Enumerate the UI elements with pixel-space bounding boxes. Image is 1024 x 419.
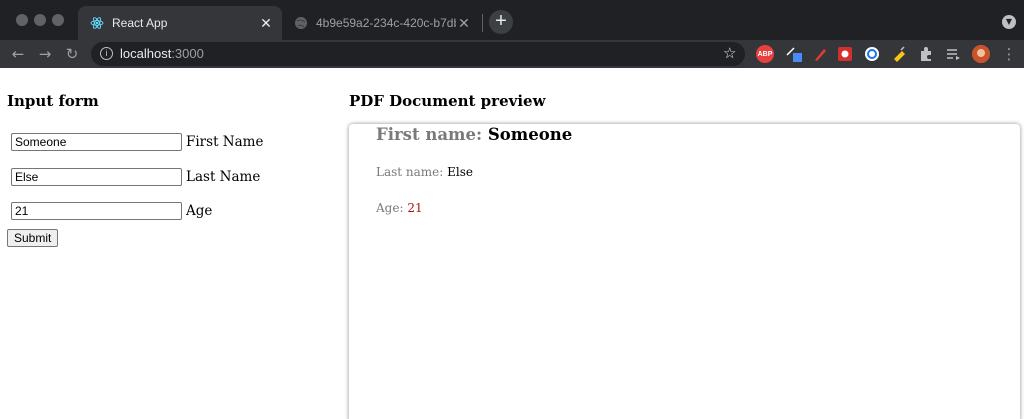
pdf-preview[interactable]: First name: Someone Last name: Else Age:… xyxy=(349,124,1020,419)
first-name-row: First Name xyxy=(11,133,263,151)
submit-button[interactable]: Submit xyxy=(7,229,59,247)
last-name-value: Else xyxy=(447,165,474,179)
bug-icon[interactable] xyxy=(836,45,854,63)
last-name-key: Last name: xyxy=(376,165,444,179)
back-icon[interactable]: ← xyxy=(8,44,28,64)
minimize-window-button[interactable] xyxy=(34,14,46,26)
close-icon[interactable]: ✕ xyxy=(456,15,472,32)
page-content: Input form First Name Last Name Age Subm… xyxy=(0,68,1024,419)
reading-list-icon[interactable] xyxy=(944,45,962,63)
tab-title: 4b9e59a2-234c-420c-b7db- xyxy=(316,16,456,30)
age-input[interactable] xyxy=(11,202,182,220)
new-tab-button[interactable]: + xyxy=(489,10,513,34)
age-value: 21 xyxy=(407,201,423,215)
last-name-row: Last Name xyxy=(11,168,260,186)
age-key: Age: xyxy=(376,201,404,215)
reload-icon[interactable]: ↻ xyxy=(62,44,82,64)
tab-uuid[interactable]: 4b9e59a2-234c-420c-b7db- ✕ xyxy=(282,6,480,40)
age-label: Age xyxy=(186,203,213,219)
url-port: :3000 xyxy=(171,46,204,61)
first-name-value: Someone xyxy=(487,125,573,144)
info-icon[interactable]: i xyxy=(100,47,113,60)
first-name-input[interactable] xyxy=(11,133,182,151)
browser-tab-bar: React App ✕ 4b9e59a2-234c-420c-b7db- ✕ +… xyxy=(0,0,1024,40)
first-name-line: First name: Someone xyxy=(376,125,572,144)
last-name-line: Last name: Else xyxy=(376,165,473,179)
close-window-button[interactable] xyxy=(16,14,28,26)
url-host: localhost xyxy=(120,46,172,61)
first-name-key: First name: xyxy=(376,125,483,144)
dropper-icon[interactable] xyxy=(785,45,803,63)
avatar[interactable] xyxy=(972,45,990,63)
age-row: Age xyxy=(11,202,212,220)
tab-react-app[interactable]: React App ✕ xyxy=(78,6,282,40)
puzzle-icon[interactable] xyxy=(917,45,935,63)
tab-divider xyxy=(482,14,483,32)
tab-title: React App xyxy=(112,16,168,30)
form-heading: Input form xyxy=(7,92,99,110)
url-text[interactable]: localhost:3000 xyxy=(120,46,204,61)
preview-heading: PDF Document preview xyxy=(349,92,546,110)
close-icon[interactable]: ✕ xyxy=(258,15,274,32)
last-name-label: Last Name xyxy=(186,169,261,185)
address-bar[interactable]: i localhost:3000 ☆ xyxy=(91,42,745,66)
star-icon[interactable]: ☆ xyxy=(723,44,736,62)
browser-toolbar: ← → ↻ i localhost:3000 ☆ ABP ⋮ xyxy=(0,40,1024,68)
age-line: Age: 21 xyxy=(376,201,423,215)
first-name-label: First Name xyxy=(186,134,264,150)
last-name-input[interactable] xyxy=(11,168,182,186)
menu-icon[interactable]: ⋮ xyxy=(999,44,1019,64)
chevron-down-icon[interactable]: ▼ xyxy=(1002,15,1016,29)
search-extension-icon[interactable] xyxy=(863,45,881,63)
maximize-window-button[interactable] xyxy=(52,14,64,26)
pen-icon[interactable] xyxy=(811,45,829,63)
adblock-icon[interactable]: ABP xyxy=(756,45,774,63)
broom-icon[interactable] xyxy=(890,45,908,63)
react-icon xyxy=(90,16,104,30)
forward-icon[interactable]: → xyxy=(35,44,55,64)
globe-icon xyxy=(294,16,308,30)
